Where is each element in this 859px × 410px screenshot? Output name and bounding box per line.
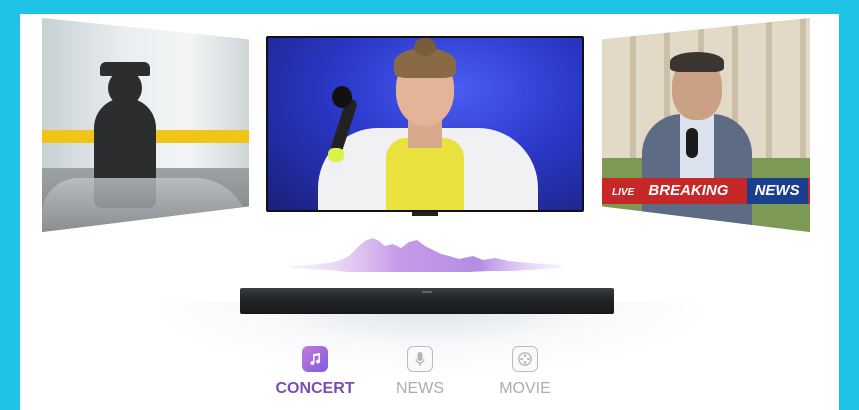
center-tv-concert xyxy=(266,36,584,216)
mode-news-label: NEWS xyxy=(396,380,444,397)
mode-concert-label: CONCERT xyxy=(275,380,355,397)
ticker-live: LIVE xyxy=(612,187,635,198)
ticker-breaking: BREAKING xyxy=(648,182,729,199)
soundbar-indicator xyxy=(422,291,432,293)
reporter-hair xyxy=(670,52,724,72)
singer-shirt xyxy=(386,138,464,210)
reporter-microphone xyxy=(686,128,698,158)
breaking-news-ticker: LIVE BREAKING NEWS SA xyxy=(602,178,810,204)
mode-movie-label: MOVIE xyxy=(499,380,551,397)
microphone-head xyxy=(332,86,352,108)
concert-screen xyxy=(268,38,582,210)
soundbar xyxy=(240,288,614,314)
audio-waveform xyxy=(289,238,561,272)
microphone-glow xyxy=(328,148,344,162)
mode-news[interactable]: NEWS xyxy=(375,346,465,398)
microphone-icon xyxy=(407,346,433,372)
sound-mode-selector: CONCERT NEWS MOVIE xyxy=(270,346,570,406)
movie-car xyxy=(42,178,249,232)
music-note-icon xyxy=(302,346,328,372)
right-tv-news: LIVE BREAKING NEWS SA xyxy=(602,18,810,232)
content-frame: LIVE BREAKING NEWS SA xyxy=(20,14,839,410)
ticker-news: NEWS xyxy=(746,178,808,204)
waveform-shape xyxy=(289,238,561,272)
left-tv-movie-scene xyxy=(42,18,249,232)
singer-hair-bun xyxy=(414,38,436,56)
mode-concert[interactable]: CONCERT xyxy=(270,346,360,398)
film-reel-icon xyxy=(512,346,538,372)
mode-movie[interactable]: MOVIE xyxy=(480,346,570,398)
ticker-sa: SA xyxy=(821,182,832,199)
tv-stand xyxy=(412,212,438,216)
